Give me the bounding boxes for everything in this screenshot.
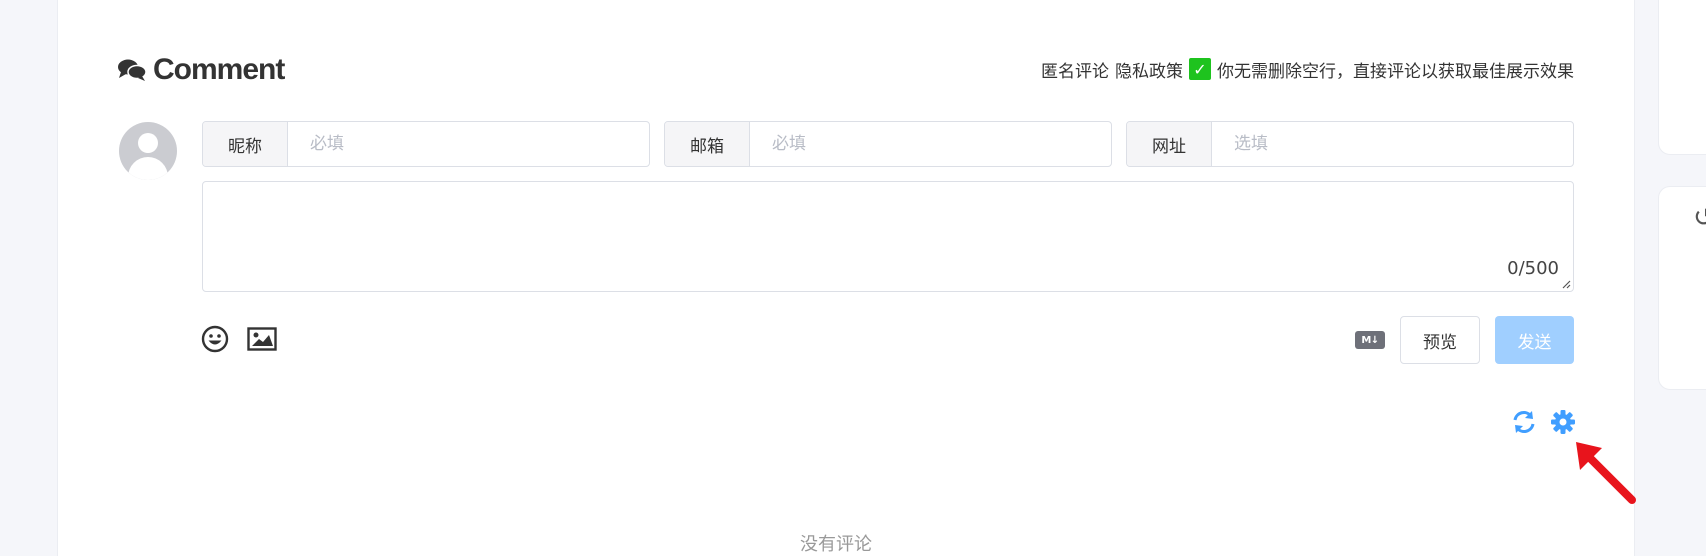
empty-comments-text: 没有评论 — [800, 534, 872, 555]
sidebar-card-mid: ↺ — [1658, 186, 1706, 390]
refresh-icon[interactable] — [1511, 409, 1537, 435]
markdown-icon[interactable]: M↓ — [1355, 331, 1385, 349]
website-field: 网址 — [1126, 121, 1574, 167]
comment-title-text: Comment — [153, 53, 285, 86]
avatar-icon — [119, 122, 177, 180]
annotation-arrow — [1576, 442, 1636, 504]
resize-handle[interactable] — [1561, 279, 1571, 289]
comment-textarea[interactable] — [203, 182, 1573, 291]
website-label: 网址 — [1127, 122, 1212, 166]
email-label: 邮箱 — [665, 122, 750, 166]
emoji-icon — [201, 325, 229, 353]
comment-title: Comment — [117, 50, 285, 90]
send-button[interactable]: 发送 — [1495, 316, 1574, 364]
nickname-input[interactable] — [288, 122, 649, 166]
nickname-label: 昵称 — [203, 122, 288, 166]
email-input[interactable] — [750, 122, 1111, 166]
anonymous-label: 匿名评论 — [1041, 61, 1109, 82]
preview-button[interactable]: 预览 — [1400, 316, 1480, 364]
check-icon[interactable]: ✓ — [1189, 58, 1211, 80]
email-field: 邮箱 — [664, 121, 1112, 167]
comment-textarea-wrap: 0/500 — [202, 181, 1574, 292]
notice-tip: 你无需删除空行，直接评论以获取最佳展示效果 — [1217, 61, 1574, 82]
emoji-button[interactable] — [201, 325, 229, 353]
comment-notice: 匿名评论 隐私政策 ✓ 你无需删除空行，直接评论以获取最佳展示效果 — [1041, 56, 1574, 82]
website-input[interactable] — [1212, 122, 1573, 166]
char-counter: 0/500 — [1507, 258, 1559, 279]
image-icon — [247, 327, 277, 351]
nickname-field: 昵称 — [202, 121, 650, 167]
image-button[interactable] — [247, 325, 277, 353]
comments-icon — [118, 59, 147, 81]
history-icon: ↺ — [1693, 203, 1706, 233]
privacy-policy-link[interactable]: 隐私政策 — [1115, 57, 1183, 82]
sidebar-card-top — [1658, 0, 1706, 155]
gear-icon[interactable] — [1550, 409, 1576, 435]
